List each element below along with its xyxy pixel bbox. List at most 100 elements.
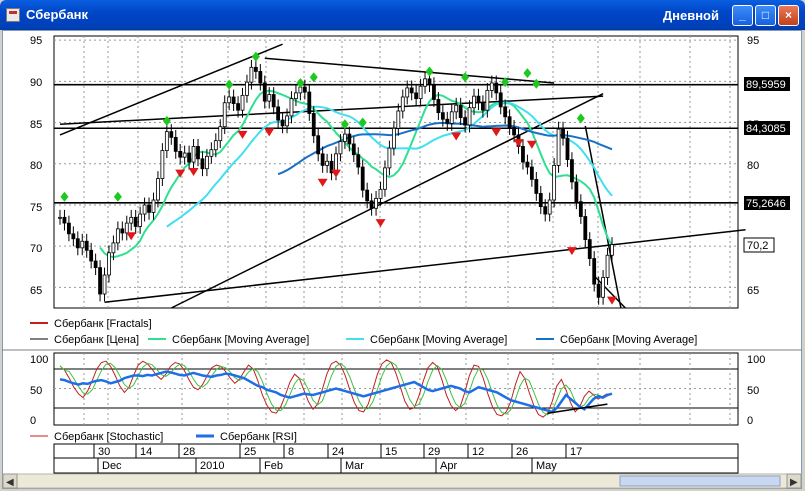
osc-tick-100: 100 <box>30 354 48 366</box>
candle-body <box>405 87 410 98</box>
month-label: Dec <box>102 460 122 472</box>
candle-body <box>503 106 508 118</box>
y-tick-right-65: 65 <box>747 285 759 297</box>
candle-body <box>369 200 374 209</box>
candle-body <box>182 152 187 158</box>
candle-body <box>178 150 183 158</box>
candle-body <box>151 199 156 213</box>
candle-body <box>107 252 111 276</box>
day-label: 30 <box>98 446 110 458</box>
candle-body <box>347 133 352 145</box>
candle-body <box>547 199 552 215</box>
y-tick-70: 70 <box>30 243 42 255</box>
osc-tick-0: 0 <box>30 415 36 427</box>
candle-body <box>62 216 67 224</box>
candle-body <box>512 127 516 136</box>
candle-body <box>400 96 405 112</box>
candle-body <box>124 222 129 234</box>
month-label: Mar <box>345 460 364 472</box>
y-tick-95: 95 <box>30 35 42 47</box>
candle-body <box>111 242 116 254</box>
osc-tick-right-100: 100 <box>747 354 765 366</box>
candle-body <box>556 128 561 166</box>
candle-body <box>454 104 459 113</box>
candle-body <box>173 136 178 152</box>
candle-body <box>521 146 525 163</box>
day-label: 14 <box>140 446 152 458</box>
candle-body <box>98 267 102 295</box>
level-84-label: 84,3085 <box>746 123 786 135</box>
candle-body <box>507 116 512 128</box>
candle-body <box>240 94 245 111</box>
day-label: 25 <box>244 446 256 458</box>
candle-body <box>351 143 356 156</box>
candle-body <box>538 193 543 208</box>
osc-tick-right-0: 0 <box>747 415 753 427</box>
candle-body <box>133 216 138 227</box>
y-tick-75: 75 <box>30 202 42 214</box>
candle-body <box>485 90 490 111</box>
candle-body <box>391 127 396 149</box>
candle-body <box>253 66 258 72</box>
legend-fractals: Сбербанк [Fractals] <box>54 318 152 330</box>
candle-body <box>587 239 592 259</box>
month-label: May <box>536 460 557 472</box>
day-label: 28 <box>183 446 195 458</box>
candle-body <box>360 166 365 191</box>
candle-body <box>307 91 312 114</box>
candle-body <box>458 104 463 119</box>
candle-body <box>280 119 285 127</box>
candle-body <box>338 141 343 155</box>
candle-body <box>440 112 445 120</box>
candle-body <box>409 87 414 94</box>
candle-body <box>80 240 85 249</box>
candle-body <box>156 178 160 201</box>
candle-body <box>258 71 263 84</box>
osc-tick-50: 50 <box>30 385 42 397</box>
candle-body <box>378 188 383 199</box>
candle-body <box>196 146 200 160</box>
candle-body <box>218 126 223 142</box>
oscillator-legend: Сбербанк [Stochastic] Сбербанк [RSI] <box>30 431 297 443</box>
y-tick-85: 85 <box>30 119 42 131</box>
candle-body <box>285 115 289 127</box>
candle-body <box>160 150 165 179</box>
candle-body <box>276 106 281 121</box>
candle-body <box>463 117 467 126</box>
y-tick-right-80: 80 <box>747 160 759 172</box>
candle-body <box>213 140 218 151</box>
candle-body <box>84 240 89 251</box>
candle-body <box>374 197 378 209</box>
day-label: 26 <box>516 446 528 458</box>
candle-body <box>449 111 454 124</box>
legend-ma-slow: Сбербанк [Moving Average] <box>560 334 697 346</box>
svg-text:▶: ▶ <box>790 477 798 488</box>
candle-body <box>138 213 143 227</box>
legend-rsi: Сбербанк [RSI] <box>220 431 297 443</box>
candle-body <box>592 258 597 285</box>
candle-body <box>343 133 347 142</box>
candle-body <box>227 96 232 104</box>
candle-body <box>267 94 272 102</box>
candle-body <box>583 216 588 240</box>
day-label: 17 <box>570 446 582 458</box>
candle-body <box>436 99 441 114</box>
candle-body <box>222 102 227 128</box>
scroll-thumb[interactable] <box>619 475 781 487</box>
horizontal-scrollbar[interactable]: ◀ ▶ <box>2 473 802 489</box>
candle-body <box>231 96 236 104</box>
candle-body <box>498 92 503 108</box>
candle-body <box>481 102 485 111</box>
candle-body <box>610 244 614 256</box>
candle-body <box>236 103 240 111</box>
candle-body <box>102 274 107 295</box>
candle-body <box>249 66 254 83</box>
chart-canvas[interactable]: 95 90 85 80 75 70 65 95 85 80 65 89,5959… <box>0 0 805 491</box>
candle-body <box>302 86 307 93</box>
candle-body <box>596 283 601 298</box>
level-89-label: 89,5959 <box>746 79 786 91</box>
candle-body <box>529 166 534 180</box>
candle-body <box>245 81 249 96</box>
level-75-label: 75,2646 <box>746 198 786 210</box>
candle-body <box>271 94 276 108</box>
